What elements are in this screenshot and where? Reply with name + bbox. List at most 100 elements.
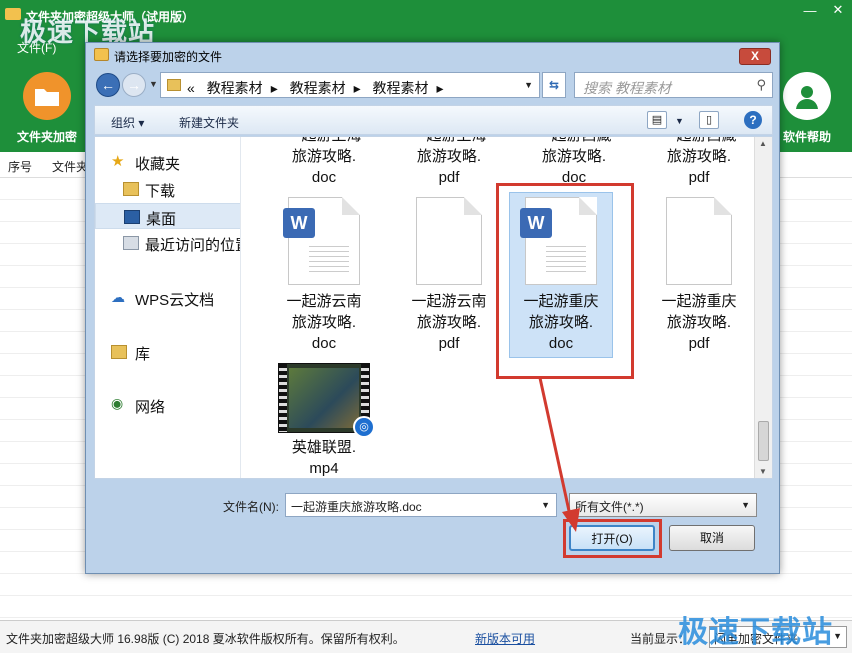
blank-document-icon — [666, 197, 732, 285]
file-item-yunnan-doc[interactable]: W 一起游云南 旅游攻略. doc — [269, 197, 379, 354]
breadcrumb-item[interactable]: 教程素材 — [207, 80, 263, 96]
file-name-line: 一起游上海 — [394, 137, 504, 146]
file-name-line: 旅游攻略. — [666, 314, 732, 331]
file-name-line: pdf — [688, 169, 710, 186]
nav-item-label: 下载 — [145, 183, 176, 200]
network-icon: ◉ — [111, 395, 124, 411]
file-item-shanghai-doc[interactable]: 一起游上海 旅游攻略. doc — [269, 137, 379, 188]
file-list: 一起游上海 旅游攻略. doc 一起游上海 旅游攻略. pdf 一起游西藏 旅游… — [242, 137, 754, 478]
file-name-line: 旅游攻略. — [416, 314, 482, 331]
file-name-line: 一起游西藏 — [644, 137, 754, 146]
refresh-button[interactable]: ⇆ — [542, 72, 566, 98]
nav-item-downloads[interactable]: 下载 — [95, 176, 240, 202]
vertical-scrollbar[interactable]: ▲ ▼ — [754, 137, 772, 478]
dialog-toolbar: 组织 ▾ 新建文件夹 ▤ ▼ ▯ ? — [94, 105, 773, 135]
new-folder-button[interactable]: 新建文件夹 — [179, 114, 239, 131]
dialog-footer: 文件名(N): 一起游重庆旅游攻略.doc ▼ 所有文件(*.*) ▼ 打开(O… — [94, 483, 773, 569]
software-help-label: 软件帮助 — [782, 130, 831, 144]
breadcrumb: « 教程素材 ▸ 教程素材 ▸ 教程素材 ▸ — [187, 78, 452, 98]
forward-button[interactable]: → — [122, 73, 146, 97]
word-document-icon: W — [283, 197, 360, 285]
search-input[interactable]: 搜索 教程素材 ⚲ — [574, 72, 773, 98]
star-icon: ★ — [111, 153, 125, 170]
file-item-tibet-doc[interactable]: 一起游西藏 旅游攻略. doc — [519, 137, 629, 188]
filetype-select[interactable]: 所有文件(*.*) ▼ — [569, 493, 757, 517]
window-controls: — ✕ — [796, 0, 852, 20]
breadcrumb-item[interactable]: 教程素材 — [373, 80, 429, 96]
folder-icon — [23, 72, 71, 120]
minimize-button[interactable]: — — [796, 0, 824, 20]
folder-encrypt-tool[interactable]: 文件夹加密 — [7, 72, 87, 145]
dialog-close-button[interactable]: X — [739, 48, 771, 65]
file-name-line: 一起游云南 — [286, 293, 362, 310]
cancel-button[interactable]: 取消 — [669, 525, 755, 551]
file-item-chongqing-pdf[interactable]: 一起游重庆 旅游攻略. pdf — [644, 197, 754, 354]
chevron-down-icon: ▼ — [833, 631, 842, 641]
blank-document-icon — [416, 197, 482, 285]
breadcrumb-separator-icon[interactable]: ▸ — [271, 80, 278, 96]
history-dropdown-icon[interactable]: ▼ — [149, 79, 158, 89]
video-file-icon: ◎ — [278, 363, 375, 438]
file-name-line: pdf — [438, 335, 460, 352]
filename-value: 一起游重庆旅游攻略.doc — [291, 500, 422, 514]
file-open-dialog: 请选择要加密的文件 X ← → ▼ « 教程素材 ▸ 教程素材 ▸ 教程素材 ▸ ▼ … — [85, 42, 780, 574]
address-dropdown-icon[interactable]: ▼ — [524, 80, 533, 90]
file-name-line: 旅游攻略. — [541, 148, 607, 165]
dialog-titlebar: 请选择要加密的文件 X — [86, 43, 779, 67]
file-name-line: 旅游攻略. — [291, 314, 357, 331]
organize-button[interactable]: 组织 ▾ — [111, 114, 144, 131]
file-item-yunnan-pdf[interactable]: 一起游云南 旅游攻略. pdf — [394, 197, 504, 354]
nav-item-label: 收藏夹 — [135, 156, 181, 173]
file-item-shanghai-pdf[interactable]: 一起游上海 旅游攻略. pdf — [394, 137, 504, 188]
filename-label: 文件名(N): — [223, 500, 279, 514]
nav-item-favorites[interactable]: ★ 收藏夹 — [95, 149, 240, 175]
breadcrumb-item[interactable]: 教程素材 — [290, 80, 346, 96]
scroll-down-icon[interactable]: ▼ — [759, 467, 767, 476]
view-options-icon[interactable]: ▤ — [647, 111, 667, 129]
nav-item-recent[interactable]: 最近访问的位置 — [95, 230, 241, 256]
file-name-line: pdf — [688, 335, 710, 352]
file-name-line: 一起游云南 — [411, 293, 487, 310]
highlight-box-selected-file — [496, 183, 634, 379]
file-name-line: pdf — [438, 169, 460, 186]
breadcrumb-separator-icon[interactable]: ▸ — [354, 80, 361, 96]
col-folder: 文件夹 — [52, 160, 89, 174]
file-name-line: 英雄联盟. — [291, 439, 357, 456]
dialog-panes: ★ 收藏夹 下载 桌面 最近访问的位置 ☁ WPS云文档 库 ◉ 网络 旅游攻略… — [94, 136, 773, 479]
file-name-line: 旅游攻略. — [666, 148, 732, 165]
recent-places-icon — [123, 236, 139, 250]
back-button[interactable]: ← — [96, 73, 120, 97]
nav-item-network[interactable]: ◉ 网络 — [95, 392, 240, 418]
nav-item-label: 网络 — [135, 399, 166, 416]
nav-item-libraries[interactable]: 库 — [95, 339, 240, 365]
filetype-value: 所有文件(*.*) — [575, 500, 644, 514]
cloud-icon: ☁ — [111, 289, 125, 305]
dialog-app-icon — [94, 48, 109, 61]
address-bar[interactable]: « 教程素材 ▸ 教程素材 ▸ 教程素材 ▸ ▼ — [160, 72, 540, 98]
copyright-text: 文件夹加密超级大师 16.98版 (C) 2018 夏冰软件版权所有。保留所有权… — [6, 632, 405, 646]
breadcrumb-prefix[interactable]: « — [187, 80, 195, 96]
scroll-up-icon[interactable]: ▲ — [759, 139, 767, 148]
file-item-tibet-pdf[interactable]: 一起游西藏 旅游攻略. pdf — [644, 137, 754, 188]
file-name-line: 旅游攻略. — [291, 148, 357, 165]
file-name-line: 一起游上海 — [269, 137, 379, 146]
new-version-link[interactable]: 新版本可用 — [475, 630, 535, 647]
chevron-down-icon[interactable]: ▼ — [541, 500, 550, 510]
file-item-lol-mp4[interactable]: ◎ 英雄联盟. mp4 — [269, 363, 379, 478]
close-window-button[interactable]: ✕ — [824, 0, 852, 20]
help-icon[interactable]: ? — [744, 111, 762, 129]
navigation-pane: ★ 收藏夹 下载 桌面 最近访问的位置 ☁ WPS云文档 库 ◉ 网络 — [95, 137, 241, 478]
nav-item-label: 最近访问的位置 — [145, 237, 241, 254]
file-name-line: mp4 — [309, 460, 339, 477]
scroll-thumb[interactable] — [758, 421, 769, 461]
view-dropdown-icon[interactable]: ▼ — [675, 116, 684, 126]
file-name-line: 一起游西藏 — [519, 137, 629, 146]
nav-item-desktop[interactable]: 桌面 — [95, 203, 240, 229]
watermark-bottom: 极速下载站 — [678, 616, 833, 649]
nav-item-wps-cloud[interactable]: ☁ WPS云文档 — [95, 285, 240, 311]
breadcrumb-separator-icon[interactable]: ▸ — [437, 80, 444, 96]
search-icon[interactable]: ⚲ — [756, 77, 766, 93]
navigation-bar: ← → ▼ « 教程素材 ▸ 教程素材 ▸ 教程素材 ▸ ▼ ⇆ 搜索 教程素材 ⚲ — [94, 70, 773, 102]
filename-input[interactable]: 一起游重庆旅游攻略.doc ▼ — [285, 493, 557, 517]
preview-pane-icon[interactable]: ▯ — [699, 111, 719, 129]
